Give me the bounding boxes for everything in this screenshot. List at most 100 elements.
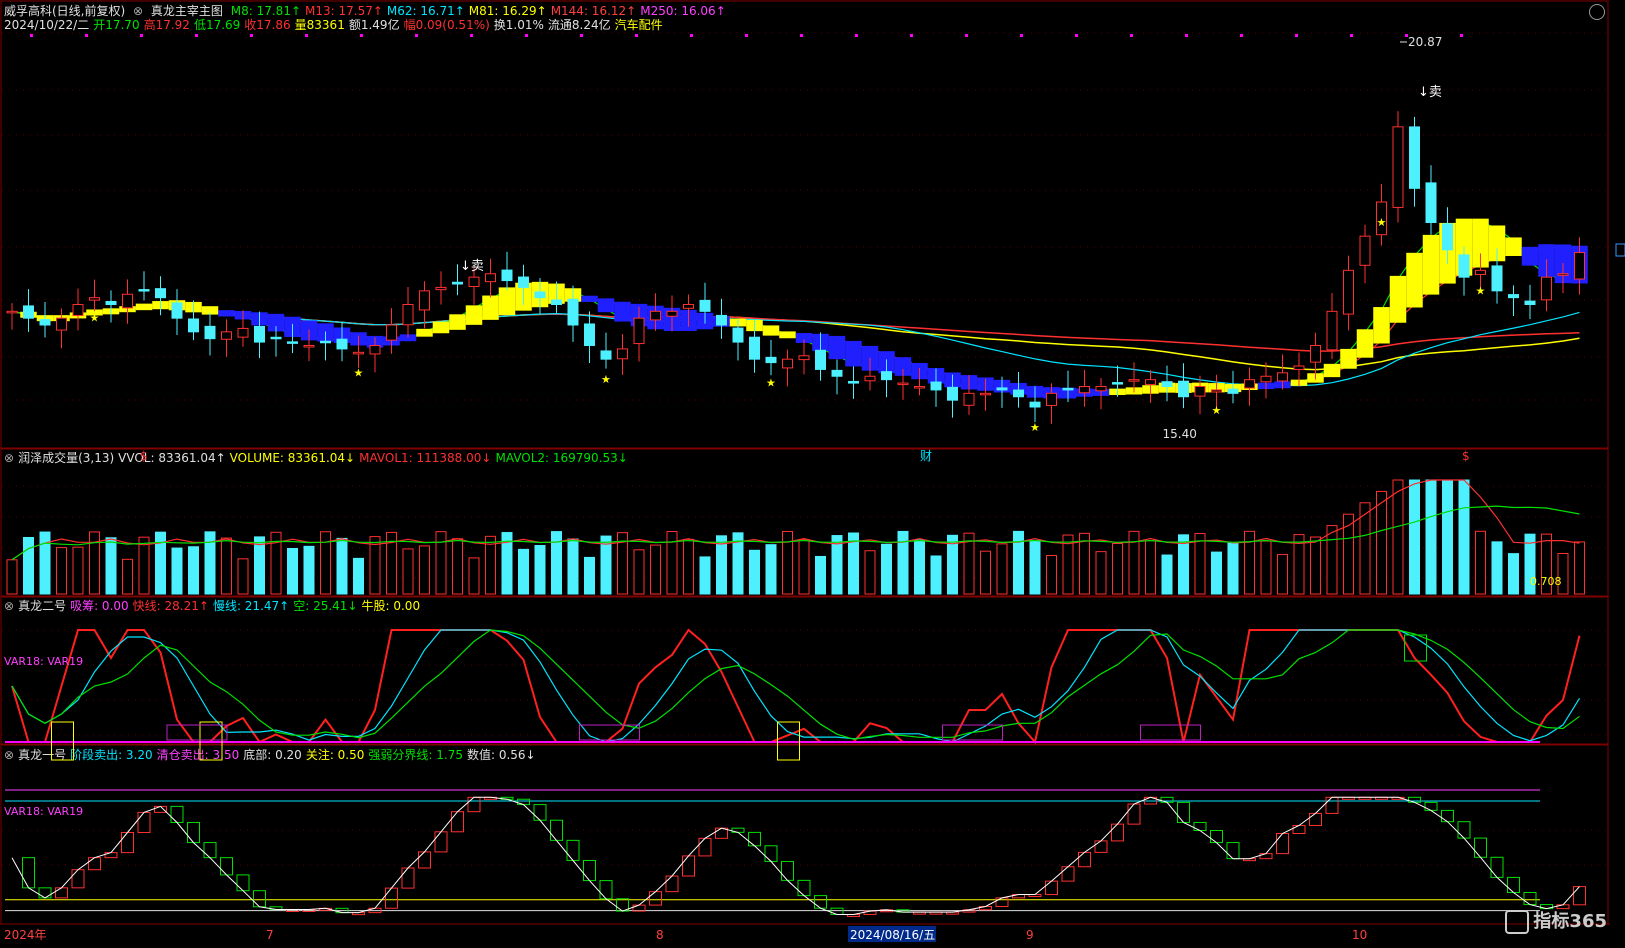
candle-body	[138, 289, 150, 292]
zl1-step	[599, 880, 613, 900]
candle-body	[534, 291, 546, 299]
zl1-step	[137, 811, 151, 834]
zl1-step	[1325, 796, 1339, 814]
volume-bar	[1128, 530, 1140, 595]
candle-body	[402, 304, 414, 326]
candle-body	[155, 288, 166, 299]
candle-body	[468, 276, 480, 288]
candle-body	[270, 336, 282, 340]
xaxis-label-2: 8	[656, 928, 664, 942]
candle-body	[1343, 269, 1354, 315]
zl1-step	[187, 821, 200, 844]
zl1-step	[203, 842, 217, 859]
candle-body	[1046, 392, 1057, 406]
marker-dot	[250, 34, 253, 37]
volume-bar	[1194, 533, 1206, 595]
volume-bar	[1260, 540, 1272, 595]
candle-body	[1145, 379, 1156, 385]
marker-dot	[305, 34, 308, 37]
marker-dot	[1295, 34, 1298, 37]
volume-bar	[171, 547, 183, 595]
zl1-step	[1094, 840, 1108, 853]
candle-body	[1359, 235, 1371, 266]
candle-body	[1458, 254, 1470, 278]
candle-body	[914, 386, 925, 389]
candle-body	[567, 298, 579, 326]
xaxis-label-0: 2024年	[4, 928, 47, 942]
zl1-step	[236, 874, 250, 892]
volume-bar	[105, 537, 117, 595]
candle-body	[188, 318, 199, 333]
zl2-var-label: VAR18: VAR19	[4, 655, 83, 668]
candle-body	[732, 327, 744, 343]
right-tab	[1615, 243, 1625, 257]
volume-bar	[699, 556, 711, 595]
marker-dot	[910, 34, 913, 37]
zl1-step	[1309, 812, 1322, 826]
star-icon: ★	[766, 377, 776, 390]
marker-dot	[140, 34, 143, 37]
candle-body	[452, 281, 463, 285]
volume-bar	[1376, 490, 1387, 595]
candle-body	[1326, 310, 1338, 351]
chart-canvas[interactable]: ★★★★★★★★★★20.87↓卖↓卖15.40$$财0.708VAR18: V…	[0, 0, 1625, 948]
zl1-step	[451, 811, 464, 833]
zl1-step	[748, 831, 761, 847]
volume-bar	[1574, 541, 1585, 595]
candle-body	[650, 310, 661, 321]
candle-body	[699, 299, 711, 312]
star-icon: ★	[90, 312, 100, 325]
candle-body	[1194, 386, 1206, 397]
ribbon-segment	[614, 301, 631, 322]
volume-bar	[518, 548, 529, 595]
candle-body	[1260, 375, 1272, 383]
candle-body	[1178, 380, 1189, 398]
star-icon: ★	[1476, 284, 1486, 297]
candle-body	[1557, 273, 1569, 276]
zl2-accum-box	[579, 724, 640, 741]
marker-dot	[800, 34, 803, 37]
zl1-step	[154, 805, 167, 813]
volume-bar	[1112, 542, 1123, 595]
volume-bar	[303, 545, 315, 595]
zl1-step	[1424, 801, 1438, 811]
candle-body	[963, 392, 975, 406]
zl1-step	[1490, 856, 1504, 878]
sell-signal-2: ↓卖	[460, 259, 484, 274]
candle-body	[831, 369, 843, 377]
volume-bar	[815, 555, 826, 595]
zl1-step	[38, 887, 52, 899]
zl1-step	[649, 891, 662, 906]
candle-body	[765, 356, 777, 364]
ribbon-segment	[597, 298, 615, 313]
candle-body	[633, 317, 645, 345]
candle-body	[881, 371, 892, 381]
volume-bar	[914, 539, 925, 595]
candle-body	[683, 304, 694, 309]
zl1-step	[418, 851, 431, 869]
ribbon-segment	[465, 305, 483, 325]
marker-dot	[965, 34, 968, 37]
candle-body	[1161, 381, 1173, 388]
volume-bar	[1409, 479, 1420, 595]
marker-dot	[1240, 34, 1243, 37]
candle-body	[864, 375, 876, 382]
ribbon-segment	[1323, 363, 1341, 378]
zl1-step	[814, 895, 827, 909]
zl1-step	[1408, 796, 1421, 803]
zl1-step	[550, 819, 563, 841]
volume-bar	[138, 536, 150, 595]
zl1-step	[88, 857, 101, 871]
marker-dot	[1020, 34, 1023, 37]
zl1-step	[55, 887, 68, 899]
volume-bar	[1046, 555, 1057, 595]
xaxis-label-5: 10	[1352, 928, 1367, 942]
volume-bar	[1161, 554, 1173, 595]
candle-body	[254, 325, 265, 343]
candle-body	[1524, 300, 1536, 306]
candle-body	[1095, 386, 1107, 392]
zl1-step	[434, 831, 448, 853]
ribbon-segment	[218, 310, 235, 317]
candle-body	[1277, 372, 1288, 382]
volume-bar	[23, 536, 34, 595]
